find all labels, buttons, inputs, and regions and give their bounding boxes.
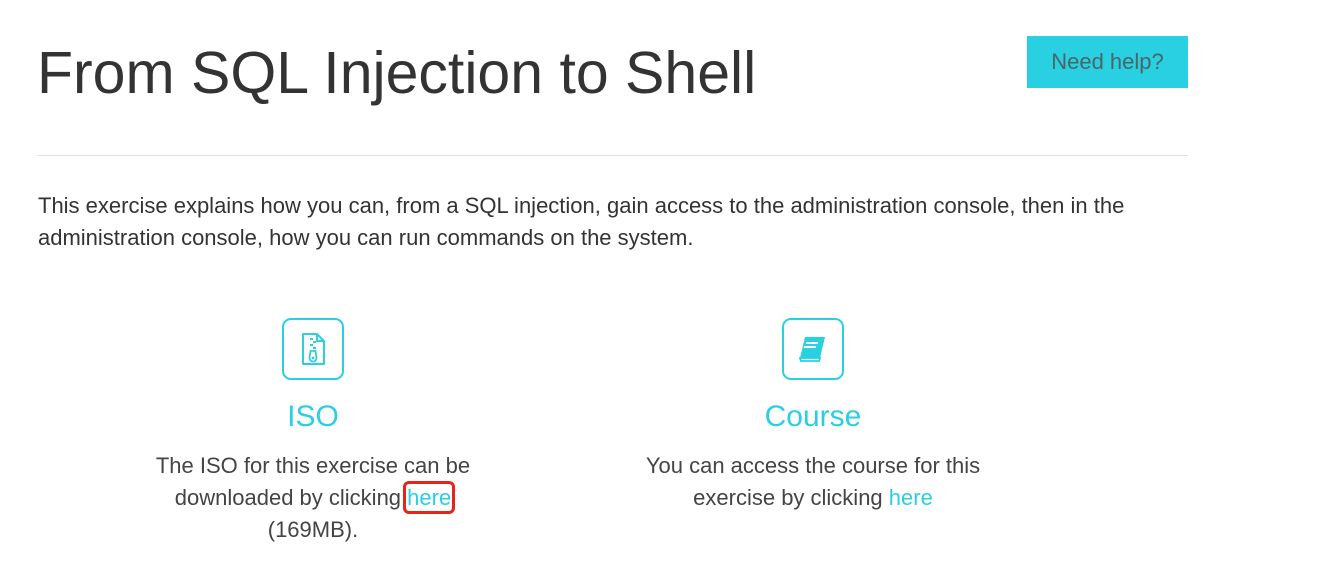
course-feature: Course You can access the course for thi…	[637, 318, 989, 514]
need-help-button[interactable]: Need help?	[1027, 36, 1188, 88]
page-title: From SQL Injection to Shell	[37, 40, 757, 106]
course-link[interactable]: here	[889, 485, 933, 510]
book-icon	[782, 318, 844, 380]
iso-feature: ISO The ISO for this exercise can be dow…	[137, 318, 489, 546]
iso-description: The ISO for this exercise can be downloa…	[137, 450, 489, 546]
course-title: Course	[764, 400, 862, 433]
divider	[37, 155, 1188, 156]
zip-file-icon	[282, 318, 344, 380]
intro-text: This exercise explains how you can, from…	[38, 193, 1125, 250]
course-description: You can access the course for this exerc…	[637, 450, 989, 514]
iso-title: ISO	[287, 400, 339, 433]
iso-text-after: (169MB).	[267, 517, 359, 542]
iso-download-link[interactable]: here	[403, 481, 456, 514]
